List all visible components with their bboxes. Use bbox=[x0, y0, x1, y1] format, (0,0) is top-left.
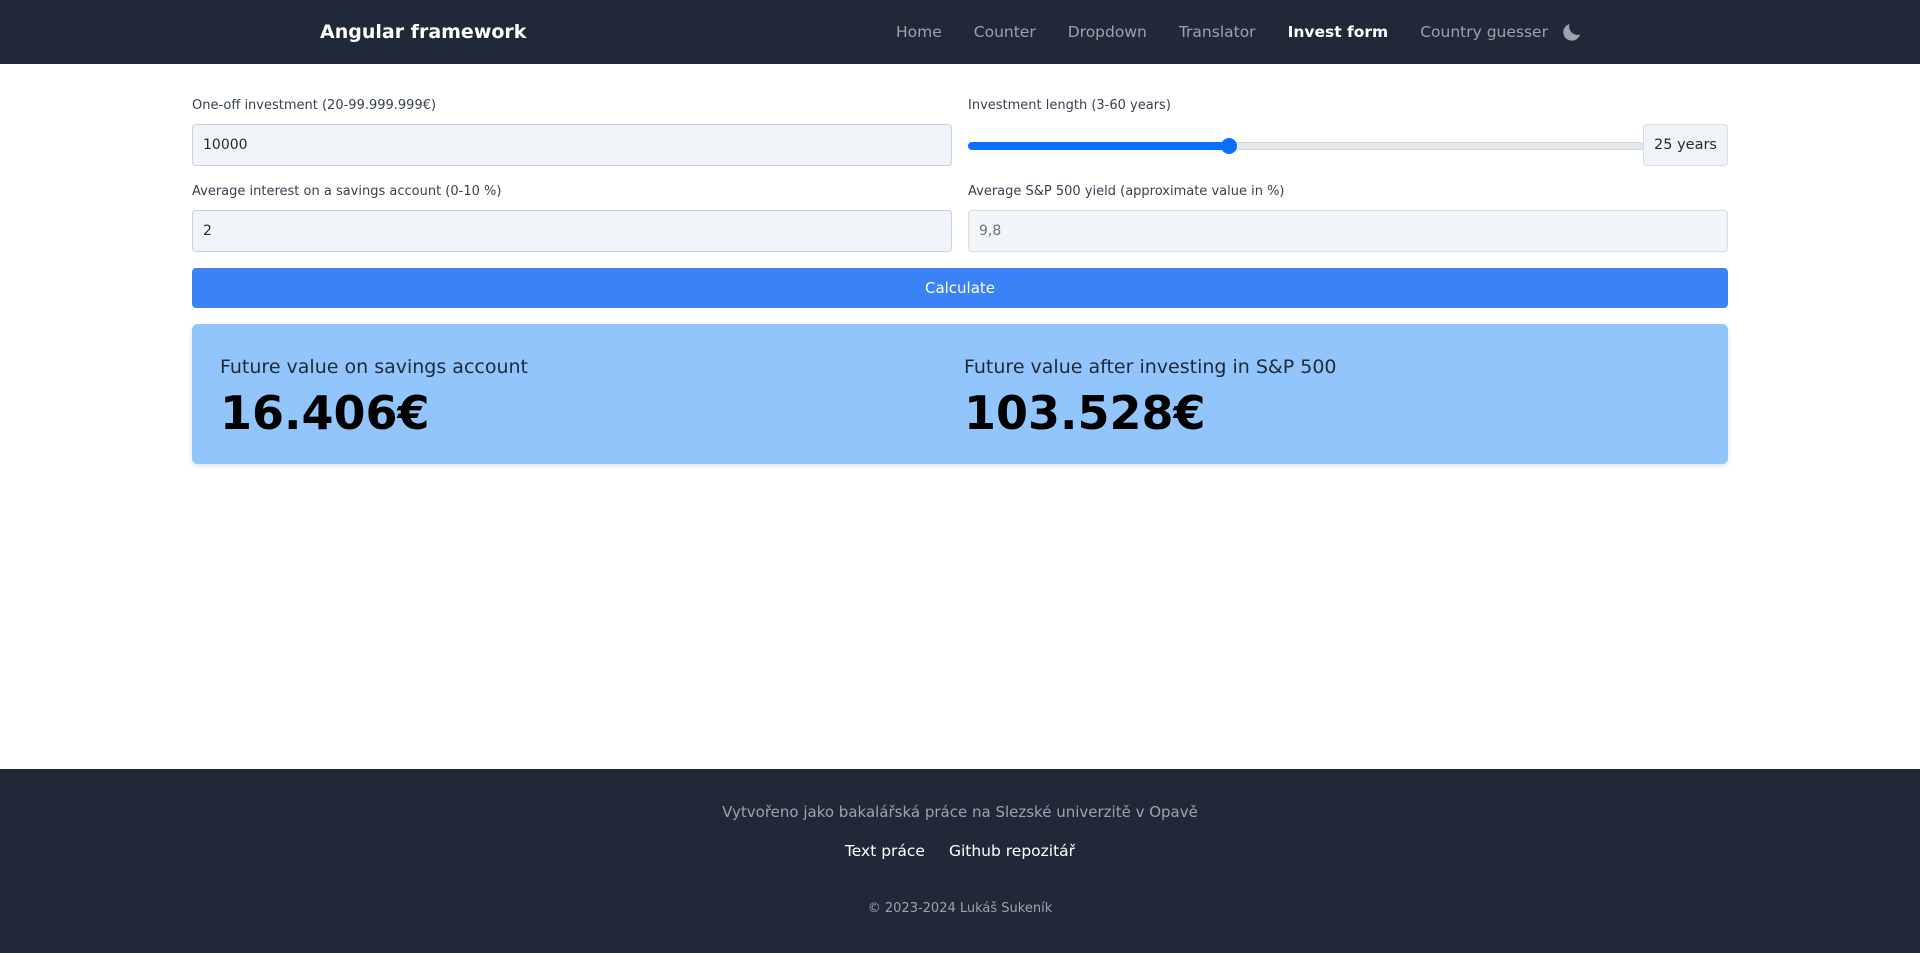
savings-result-value: 16.406€ bbox=[220, 386, 430, 440]
investment-length-label: Investment length (3-60 years) bbox=[968, 98, 1171, 113]
nav-link-invest-form[interactable]: Invest form bbox=[1272, 23, 1405, 41]
moon-icon[interactable] bbox=[1560, 20, 1584, 44]
nav-link-translator[interactable]: Translator bbox=[1163, 23, 1272, 41]
result-card: Future value on savings account 16.406€ … bbox=[192, 324, 1728, 464]
nav-link-country-guesser[interactable]: Country guesser bbox=[1404, 23, 1564, 41]
nav-link-home[interactable]: Home bbox=[880, 23, 958, 41]
navbar: Angular framework Home Counter Dropdown … bbox=[0, 0, 1920, 64]
interest-input[interactable] bbox=[192, 210, 952, 252]
footer-link-github[interactable]: Github repozitář bbox=[949, 842, 1075, 860]
years-display: 25 years bbox=[1643, 124, 1728, 166]
slider-thumb[interactable] bbox=[1221, 138, 1237, 154]
savings-result-title: Future value on savings account bbox=[220, 356, 528, 378]
sp500-result-value: 103.528€ bbox=[964, 386, 1206, 440]
footer: Vytvořeno jako bakalářská práce na Slezs… bbox=[0, 769, 1920, 953]
interest-label: Average interest on a savings account (0… bbox=[192, 184, 502, 199]
sp500-yield-input bbox=[968, 210, 1728, 252]
nav-link-dropdown[interactable]: Dropdown bbox=[1052, 23, 1163, 41]
investment-label: One-off investment (20-99.999.999€) bbox=[192, 98, 437, 113]
footer-text: Vytvořeno jako bakalářská práce na Slezs… bbox=[722, 803, 1198, 821]
copyright: © 2023-2024 Lukáš Sukeník bbox=[867, 901, 1053, 916]
calculate-button[interactable]: Calculate bbox=[192, 268, 1728, 308]
slider-fill bbox=[968, 142, 1229, 150]
investment-input[interactable] bbox=[192, 124, 952, 166]
footer-link-thesis[interactable]: Text práce bbox=[845, 842, 925, 860]
footer-links: Text práce Github repozitář bbox=[0, 842, 1920, 860]
nav-link-counter[interactable]: Counter bbox=[958, 23, 1052, 41]
nav-links: Home Counter Dropdown Translator Invest … bbox=[880, 0, 1564, 64]
sp500-result-title: Future value after investing in S&P 500 bbox=[964, 356, 1337, 378]
investment-length-slider[interactable] bbox=[968, 124, 1644, 164]
sp500-yield-label: Average S&P 500 yield (approximate value… bbox=[968, 184, 1285, 199]
brand-title[interactable]: Angular framework bbox=[320, 0, 526, 64]
